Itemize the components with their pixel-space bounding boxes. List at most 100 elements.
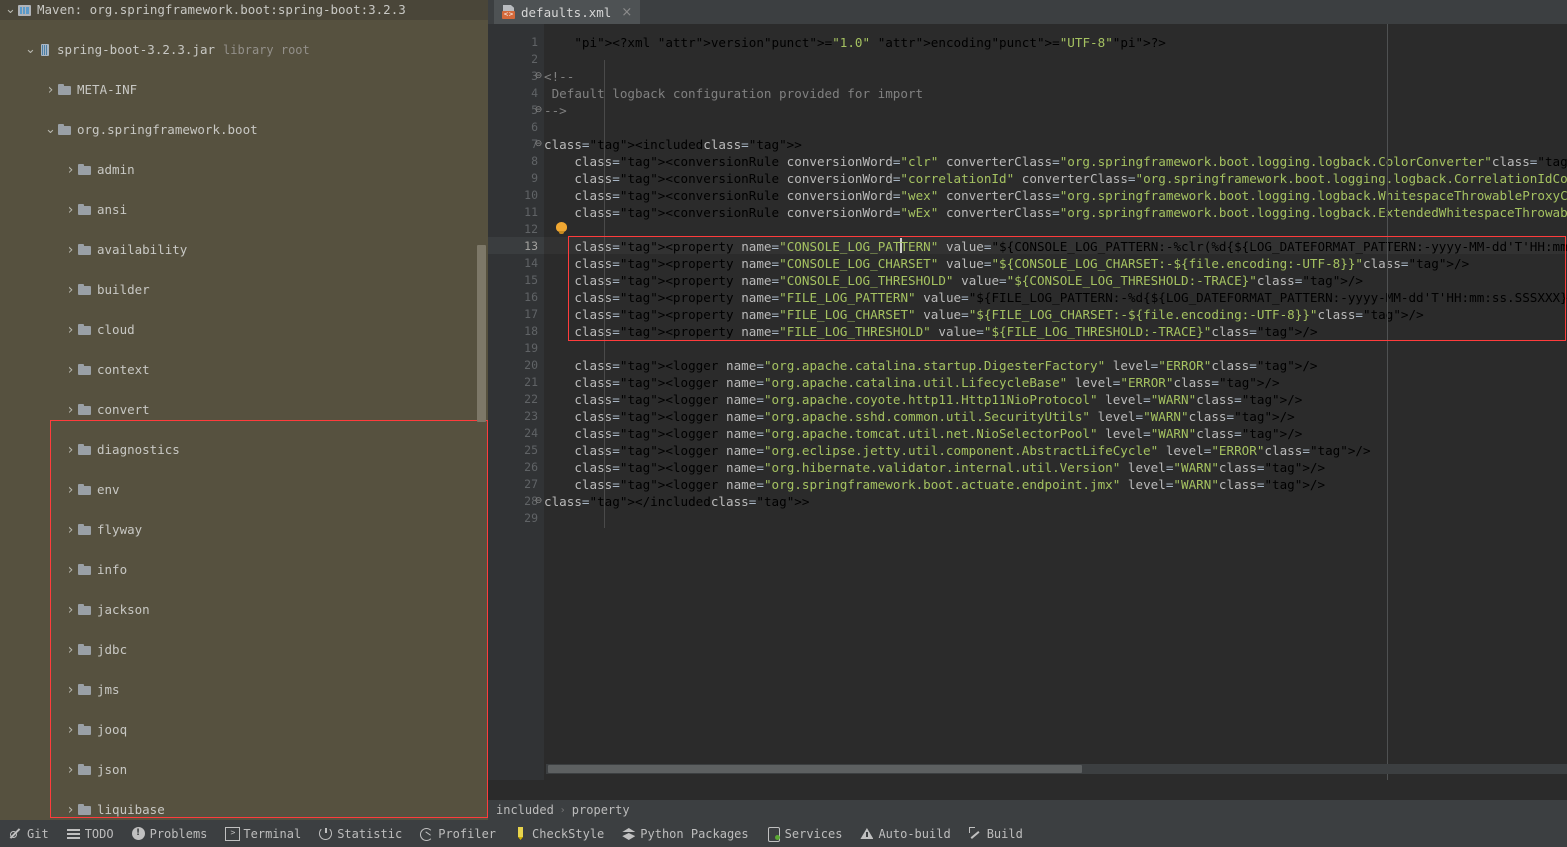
tree-item[interactable]: › jms [0, 680, 488, 700]
tree-item[interactable]: › context [0, 360, 488, 380]
close-icon[interactable]: × [621, 5, 632, 20]
chevron-right-icon[interactable]: › [64, 800, 77, 820]
code-line[interactable]: <!-- [544, 68, 574, 85]
statusbar-item-todo[interactable]: TODO [58, 820, 123, 847]
tree-item-label: spring-boot-3.2.3.jar [57, 42, 216, 57]
statusbar-item-auto-build[interactable]: Auto-build [851, 820, 959, 847]
statusbar-item-git[interactable]: Git [0, 820, 58, 847]
chevron-right-icon[interactable]: › [64, 480, 77, 500]
code-line[interactable]: Default logback configuration provided f… [544, 85, 924, 102]
chevron-right-icon[interactable]: › [64, 760, 77, 780]
statusbar-item-python-packages[interactable]: Python Packages [613, 820, 757, 847]
code-line[interactable]: "pi"><?xml "attr">version"punct">="1.0" … [544, 34, 1166, 51]
tree-item[interactable]: › flyway [0, 520, 488, 540]
statusbar-item-services[interactable]: Services [758, 820, 852, 847]
code-line[interactable]: class="tag"><conversionRule conversionWo… [544, 204, 1567, 221]
code-line[interactable]: class="tag"><logger name="org.apache.cat… [544, 357, 1317, 374]
tree-item-label: cloud [97, 322, 135, 337]
breadcrumb-item[interactable]: property [572, 803, 630, 817]
statusbar-item-profiler[interactable]: Profiler [411, 820, 505, 847]
code-fold-toggle-icon[interactable]: ⊖ [534, 140, 543, 149]
chevron-right-icon[interactable]: › [64, 200, 77, 220]
code-line[interactable]: class="tag"><includedclass="tag">> [544, 136, 802, 153]
bottom-tool-window-bar[interactable]: Git TODO Problems Terminal Statistic Profiler… [0, 820, 1567, 847]
chevron-right-icon[interactable]: › [64, 360, 77, 380]
code-line[interactable]: class="tag"><logger name="org.eclipse.je… [544, 442, 1370, 459]
chevron-down-icon[interactable]: ⌄ [4, 3, 17, 16]
breadcrumb[interactable]: included › property [488, 800, 1567, 820]
editor-gutter[interactable]: 1 2 3 4 5 6 7 8 9 10 11 12 13 14 15 16 17 18 19 20 21 22 23 24 2… [488, 24, 544, 780]
code-line[interactable]: class="tag"><property name="CONSOLE_LOG_… [544, 272, 1363, 289]
code-line[interactable]: class="tag"><logger name="org.apache.tom… [544, 425, 1302, 442]
chevron-right-icon[interactable]: › [64, 240, 77, 260]
code-line[interactable]: class="tag"><conversionRule conversionWo… [544, 187, 1567, 204]
code-line[interactable]: --> [544, 102, 567, 119]
code-fold-toggle-icon[interactable]: ⊖ [534, 497, 543, 506]
code-line[interactable]: class="tag"><logger name="org.hibernate.… [544, 459, 1325, 476]
tree-item[interactable]: › convert [0, 400, 488, 420]
tree-item[interactable]: › ansi [0, 200, 488, 220]
tree-item[interactable]: › json [0, 760, 488, 780]
chevron-right-icon[interactable]: › [64, 600, 77, 620]
tree-item[interactable]: › builder [0, 280, 488, 300]
tree-item[interactable]: › META-INF [0, 80, 488, 100]
chevron-right-icon[interactable]: › [64, 520, 77, 540]
chevron-right-icon[interactable]: › [64, 720, 77, 740]
tree-item[interactable]: ⌄ org.springframework.boot [0, 120, 488, 140]
tree-item[interactable]: › jdbc [0, 640, 488, 660]
chevron-right-icon[interactable]: › [64, 640, 77, 660]
tree-item[interactable]: › cloud [0, 320, 488, 340]
folder-icon [77, 802, 93, 818]
tree-item[interactable]: › availability [0, 240, 488, 260]
chevron-right-icon[interactable]: › [64, 560, 77, 580]
chevron-right-icon[interactable]: › [64, 440, 77, 460]
line-number: 12 [524, 222, 538, 236]
code-line[interactable]: class="tag"><property name="FILE_LOG_THR… [544, 323, 1317, 340]
chevron-right-icon[interactable]: › [64, 400, 77, 420]
statusbar-item-label: Statistic [337, 826, 403, 841]
code-line[interactable]: class="tag"><logger name="org.apache.coy… [544, 391, 1302, 408]
chevron-down-icon[interactable]: ⌄ [44, 123, 57, 136]
code-line[interactable]: class="tag"></includedclass="tag">> [544, 493, 809, 510]
breadcrumb-item[interactable]: included [496, 803, 554, 817]
tree-item[interactable]: › liquibase [0, 800, 488, 820]
chevron-right-icon[interactable]: › [64, 680, 77, 700]
sidebar-vertical-scrollbar[interactable] [477, 245, 486, 422]
code-line[interactable]: class="tag"><logger name="org.apache.cat… [544, 374, 1279, 391]
chevron-right-icon[interactable]: › [64, 160, 77, 180]
tree-item[interactable]: › jackson [0, 600, 488, 620]
chevron-down-icon[interactable]: ⌄ [24, 43, 37, 56]
editor-horizontal-scrollbar-thumb[interactable] [548, 765, 1082, 773]
code-line[interactable]: class="tag"><property name="FILE_LOG_PAT… [544, 289, 1567, 306]
tree-item[interactable]: › env [0, 480, 488, 500]
chevron-right-icon[interactable]: › [64, 320, 77, 340]
code-line[interactable]: class="tag"><property name="FILE_LOG_CHA… [544, 306, 1423, 323]
tree-item[interactable]: › diagnostics [0, 440, 488, 460]
lightbulb-icon[interactable] [556, 222, 567, 235]
code-line[interactable]: class="tag"><property name="CONSOLE_LOG_… [544, 255, 1469, 272]
code-area[interactable]: "pi"><?xml "attr">version"punct">="1.0" … [544, 24, 1567, 780]
chevron-right-icon[interactable]: › [44, 80, 57, 100]
statusbar-item-problems[interactable]: Problems [123, 820, 217, 847]
chevron-right-icon[interactable]: › [64, 280, 77, 300]
tree-item-label: jackson [97, 602, 150, 617]
code-fold-toggle-icon[interactable]: ⊖ [534, 106, 543, 115]
statusbar-item-statistic[interactable]: Statistic [310, 820, 411, 847]
statusbar-item-checkstyle[interactable]: CheckStyle [505, 820, 613, 847]
code-line[interactable]: class="tag"><conversionRule conversionWo… [544, 153, 1567, 170]
statusbar-item-build[interactable]: Build [960, 820, 1032, 847]
tree-item[interactable]: › admin [0, 160, 488, 180]
tree-item[interactable]: › info [0, 560, 488, 580]
code-fold-toggle-icon[interactable]: ⊖ [534, 72, 543, 81]
statusbar-item-terminal[interactable]: Terminal [216, 820, 310, 847]
code-line[interactable]: class="tag"><logger name="org.apache.ssh… [544, 408, 1294, 425]
tree-item[interactable]: › jooq [0, 720, 488, 740]
tree-item[interactable]: ⌄ Maven: org.springframework.boot:spring-… [0, 0, 488, 20]
tree-item[interactable]: ⌄ spring-boot-3.2.3.jar library root [0, 40, 488, 60]
project-tree-panel[interactable]: ⌄ Maven: org.springframework.boot:spring-… [0, 0, 488, 820]
tab-defaults-xml[interactable]: defaults.xml × [494, 0, 641, 24]
code-line[interactable]: class="tag"><property name="CONSOLE_LOG_… [544, 238, 1567, 255]
code-line[interactable]: class="tag"><conversionRule conversionWo… [544, 170, 1567, 187]
maven-dependency-tree[interactable]: ⌄ Maven: org.springframework.boot:spring-… [0, 0, 488, 820]
code-line[interactable]: class="tag"><logger name="org.springfram… [544, 476, 1325, 493]
